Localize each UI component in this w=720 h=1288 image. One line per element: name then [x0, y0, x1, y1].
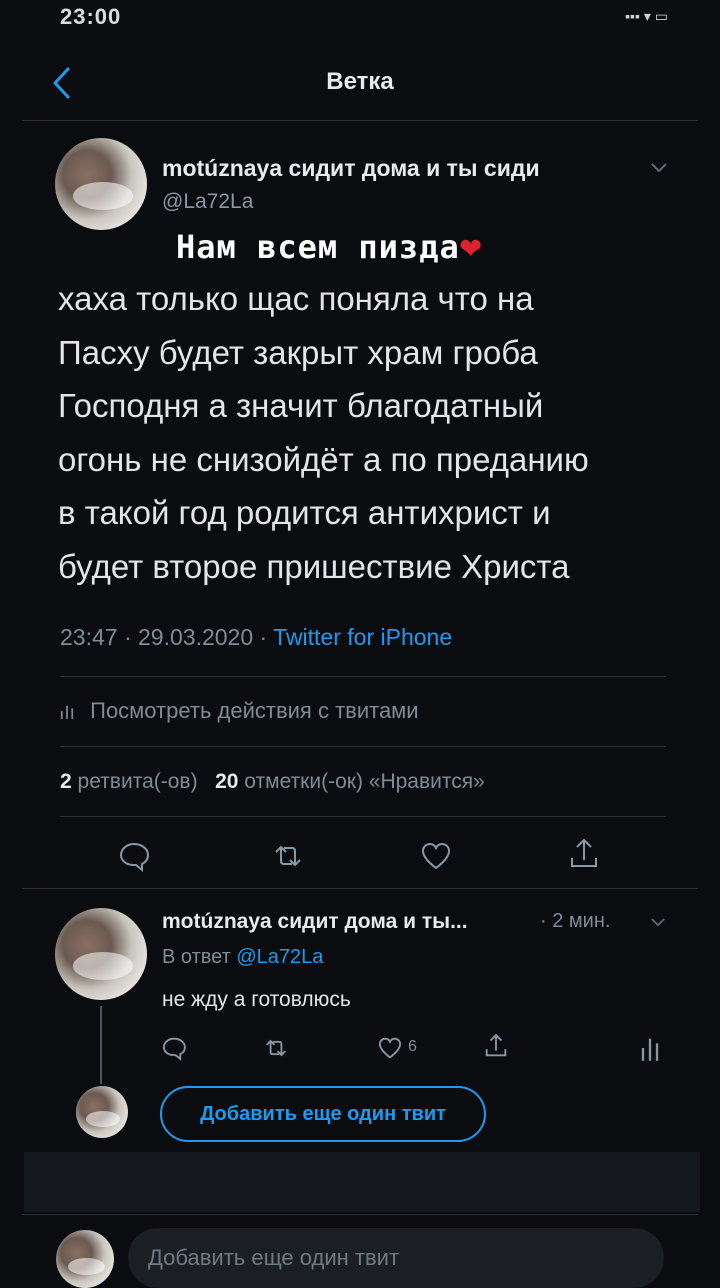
tweet-time: 23:47	[60, 624, 118, 650]
bar-chart-icon[interactable]	[640, 1034, 660, 1062]
tweet-text: хаха только щас поняла что на Пасху буде…	[58, 272, 658, 593]
engagement-counts: 2 ретвита(-ов) 20 отметки(-ок) «Нравится…	[60, 770, 485, 794]
tweet-line: хаха только щас поняла что на	[58, 280, 534, 317]
reply-icon[interactable]	[160, 1034, 188, 1062]
reply-to-prefix: В ответ	[162, 946, 231, 968]
separator-panel	[24, 1152, 700, 1212]
share-icon[interactable]	[566, 836, 602, 872]
tweet-meta: 23:47 · 29.03.2020 · Twitter for iPhone	[60, 624, 453, 650]
bar-chart-icon	[60, 698, 90, 723]
tweet-activity-link[interactable]: Посмотреть действия с твитами	[60, 698, 419, 724]
tweet-date: 29.03.2020	[138, 624, 254, 650]
tweet-line: будет второе пришествие Христа	[58, 547, 570, 585]
tweet-line: огонь не снизойдёт а по преданию	[58, 440, 589, 478]
compose-input[interactable]: Добавить еще один твит	[128, 1228, 664, 1288]
divider	[60, 816, 666, 817]
avatar[interactable]	[55, 138, 147, 230]
status-bar: 23:00 ▪▪▪ ▾ ▭	[0, 0, 720, 36]
page-title: Ветка	[326, 68, 394, 95]
heart-icon: ❤	[459, 226, 483, 267]
tweet-author-name[interactable]: motúznaya сидит дома и ты сиди	[162, 155, 540, 182]
reply-time: · 2 мин.	[540, 910, 611, 932]
divider	[22, 1214, 698, 1215]
reply-to: В ответ @La72La	[162, 946, 323, 969]
self-avatar	[76, 1086, 128, 1138]
divider	[60, 676, 666, 677]
overlay-caption: Нам всем пизда❤	[176, 226, 482, 267]
likes-count[interactable]: 20	[215, 770, 238, 793]
reply-like-count: 6	[408, 1038, 417, 1055]
share-icon[interactable]	[482, 1032, 510, 1060]
tweet-line: в такой год родится антихрист и	[58, 494, 551, 531]
reply-to-handle[interactable]: @La72La	[236, 946, 323, 968]
compose-avatar	[56, 1230, 114, 1288]
status-time: 23:00	[60, 4, 122, 29]
like-icon[interactable]	[376, 1034, 404, 1062]
divider	[60, 746, 666, 747]
status-icons: ▪▪▪ ▾ ▭	[625, 8, 668, 24]
divider	[22, 888, 698, 889]
retweet-icon[interactable]	[262, 1034, 290, 1062]
likes-label[interactable]: отметки(-ок) «Нравится»	[244, 770, 485, 793]
chevron-down-icon[interactable]	[650, 912, 666, 933]
chevron-down-icon[interactable]	[650, 158, 668, 179]
tweet-line: Пасху будет закрыт храм гроба	[58, 333, 538, 371]
reply-avatar[interactable]	[55, 908, 147, 1000]
reply-text: не жду а готовлюсь	[162, 988, 351, 1011]
thread-line	[100, 1006, 102, 1084]
tweet-author-handle[interactable]: @La72La	[162, 190, 253, 214]
reply-icon[interactable]	[116, 838, 152, 874]
overlay-text: Нам всем пизда	[176, 228, 460, 266]
retweet-icon[interactable]	[270, 838, 306, 874]
nav-divider	[22, 120, 698, 121]
tweet-line: Господня а значит благодатный	[58, 387, 544, 424]
reply-author-name[interactable]: motúznaya сидит дома и ты...	[162, 910, 468, 934]
tweet-activity-label: Посмотреть действия с твитами	[90, 698, 419, 723]
retweets-count[interactable]: 2	[60, 770, 72, 793]
add-tweet-button[interactable]: Добавить еще один твит	[160, 1086, 486, 1142]
like-icon[interactable]	[418, 838, 454, 874]
tweet-source-link[interactable]: Twitter for iPhone	[273, 624, 452, 650]
retweets-label[interactable]: ретвита(-ов)	[78, 770, 198, 793]
